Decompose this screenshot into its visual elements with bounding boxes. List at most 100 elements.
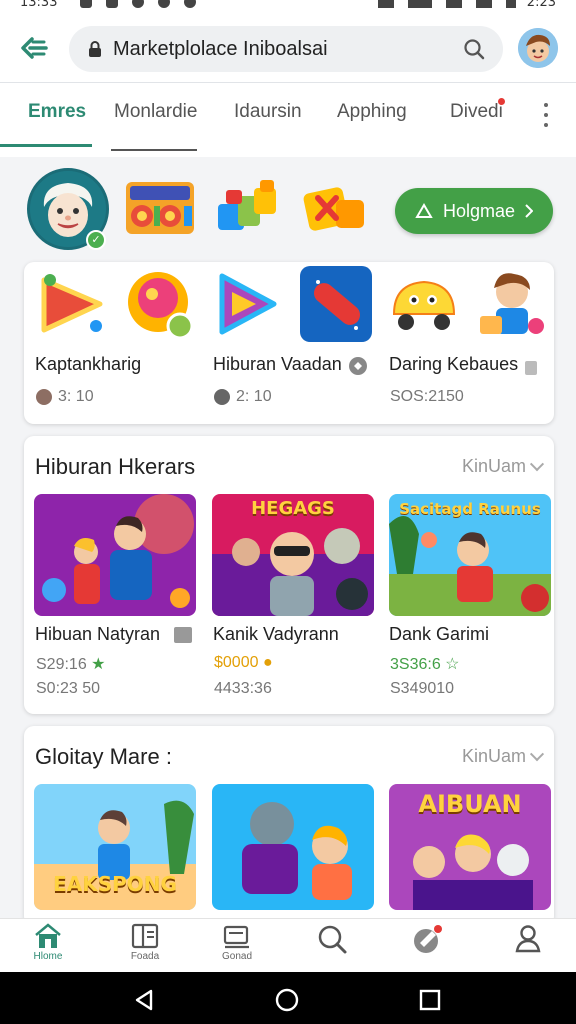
- game-thumbnail[interactable]: [212, 784, 374, 910]
- app-bar: Marketplolace Iniboalsai: [0, 14, 576, 82]
- game-art: [212, 784, 374, 910]
- wifi-icon: [446, 0, 462, 8]
- boy-character-app-icon[interactable]: [476, 266, 548, 342]
- search-bar[interactable]: Marketplolace Iniboalsai: [69, 26, 503, 72]
- user-avatar[interactable]: [518, 28, 558, 68]
- puzzle-cross-icon[interactable]: [300, 178, 372, 238]
- chevron-down-icon: [529, 456, 545, 471]
- home-circle-icon[interactable]: [275, 988, 299, 1012]
- hologram-button-label: Holgmae: [442, 200, 516, 221]
- tab-subline: [111, 149, 197, 151]
- system-icons: [378, 0, 516, 8]
- notification-icon: [184, 0, 196, 8]
- notification-icon: [158, 0, 170, 8]
- tab-apphing[interactable]: Apphing: [337, 101, 407, 123]
- avatar-face-icon: [518, 28, 558, 68]
- app-meta: 3: 10: [36, 388, 94, 406]
- info-icon[interactable]: [348, 356, 368, 376]
- coin-icon: ●: [262, 654, 273, 671]
- section-card-2: Gloitay Mare : KinUam EAKSPONG AIBUAN: [24, 726, 554, 926]
- game-price-value: S29:16: [36, 656, 87, 673]
- hologram-button[interactable]: Holgmae: [395, 188, 553, 234]
- chevron-down-icon: [529, 746, 545, 761]
- tab-monlardie[interactable]: Monlardie: [114, 101, 197, 123]
- game-thumbnail-title: EAKSPONG: [53, 872, 177, 896]
- rocket-app-icon[interactable]: [300, 266, 372, 342]
- recents-square-icon[interactable]: [418, 988, 442, 1012]
- triangle-app-icon[interactable]: [212, 266, 284, 342]
- section-title: Gloitay Mare :: [35, 744, 172, 769]
- active-tab-indicator: [0, 144, 92, 147]
- tab-bar: Emres Monlardie Idaursin Apphing Divedi: [0, 83, 576, 157]
- game-downloads: 4433:36: [214, 680, 272, 697]
- search-icon[interactable]: [463, 38, 485, 60]
- back-button[interactable]: [18, 32, 50, 64]
- notification-icon: [80, 0, 92, 8]
- bottom-navigation: Hlome Foada Gonad: [0, 918, 576, 972]
- app-meta-value: 3: 10: [58, 388, 94, 405]
- back-triangle-icon[interactable]: [132, 988, 156, 1012]
- nav-search[interactable]: [302, 923, 362, 971]
- app-title[interactable]: Kaptankharig: [35, 354, 141, 375]
- back-arrow-icon: [21, 37, 48, 59]
- section-title: Hiburan Hkerars: [35, 454, 196, 479]
- game-price-value: $0000: [214, 654, 259, 671]
- status-time: 13:33: [20, 0, 58, 10]
- game-thumbnail[interactable]: AIBUAN: [389, 784, 551, 910]
- game-price-value: 3S36:6: [390, 656, 441, 673]
- nav-label: Gonad: [221, 951, 253, 962]
- notification-badge: [434, 925, 442, 933]
- blocks-icon[interactable]: [212, 178, 284, 238]
- chevron-right-icon: [525, 204, 534, 218]
- more-options-button[interactable]: [536, 103, 556, 127]
- book-icon: [131, 923, 159, 949]
- top-apps-card: Kaptankharig Hiburan Vaadan Daring Kebau…: [24, 262, 554, 424]
- nav-feed[interactable]: Foada: [115, 923, 175, 971]
- tab-emres[interactable]: Emres: [28, 101, 86, 123]
- game-thumbnail[interactable]: [34, 494, 196, 616]
- search-query: Marketplolace Iniboalsai: [113, 37, 328, 60]
- arcade-board-icon[interactable]: [124, 178, 196, 238]
- nav-games[interactable]: Gonad: [207, 923, 267, 971]
- battery-saver-icon: [408, 0, 432, 8]
- nav-notifications[interactable]: [398, 923, 458, 971]
- more-dot-icon: [544, 113, 548, 117]
- bookmark-icon[interactable]: [525, 361, 537, 375]
- section-see-more-link[interactable]: KinUam: [462, 746, 545, 767]
- game-title-text: Hibuan Natyran: [35, 624, 161, 644]
- battery-icon: [506, 0, 516, 8]
- yellow-car-app-icon[interactable]: [388, 266, 460, 342]
- nav-profile[interactable]: [498, 923, 558, 971]
- gem-circle-app-icon[interactable]: [124, 266, 196, 342]
- profile-icon: [515, 925, 541, 953]
- play-triangle-app-icon[interactable]: [36, 266, 108, 342]
- download-icon: [36, 389, 52, 405]
- game-title[interactable]: Dank Garimi: [389, 624, 489, 645]
- system-navigation-bar: [0, 972, 576, 1024]
- lock-icon: [89, 41, 101, 57]
- image-icon: [174, 626, 193, 643]
- vibrate-icon: [378, 0, 394, 8]
- game-title[interactable]: Kanik Vadyrann: [213, 624, 339, 645]
- game-price: S29:16 ★: [36, 654, 106, 674]
- app-title[interactable]: Daring Kebaues: [389, 354, 518, 375]
- library-icon: [223, 925, 249, 949]
- game-title[interactable]: Hibuan Natyran: [35, 624, 193, 645]
- star-icon: ☆: [445, 656, 460, 673]
- download-icon: [214, 389, 230, 405]
- status-bar: 13:33 2:23: [0, 0, 576, 14]
- game-thumbnail[interactable]: EAKSPONG: [34, 784, 196, 910]
- app-meta-value: 2: 10: [236, 388, 272, 405]
- app-title[interactable]: Hiburan Vaadan: [213, 354, 342, 375]
- tab-idaursin[interactable]: Idaursin: [234, 101, 302, 123]
- more-dot-icon: [544, 123, 548, 127]
- triangle-outline-icon: [415, 203, 433, 218]
- nav-label: Hlome: [33, 951, 63, 962]
- section-see-more-link[interactable]: KinUam: [462, 456, 545, 477]
- tab-divedi[interactable]: Divedi: [450, 101, 503, 123]
- notification-icon: [106, 0, 118, 8]
- app-screen: 13:33 2:23 Marketplolace Iniboalsai Emre…: [0, 0, 576, 1024]
- nav-home[interactable]: Hlome: [18, 923, 78, 971]
- game-price: $0000 ●: [214, 654, 273, 672]
- section-card-1: Hiburan Hkerars KinUam HEGAGS Sacitagd R…: [24, 436, 554, 714]
